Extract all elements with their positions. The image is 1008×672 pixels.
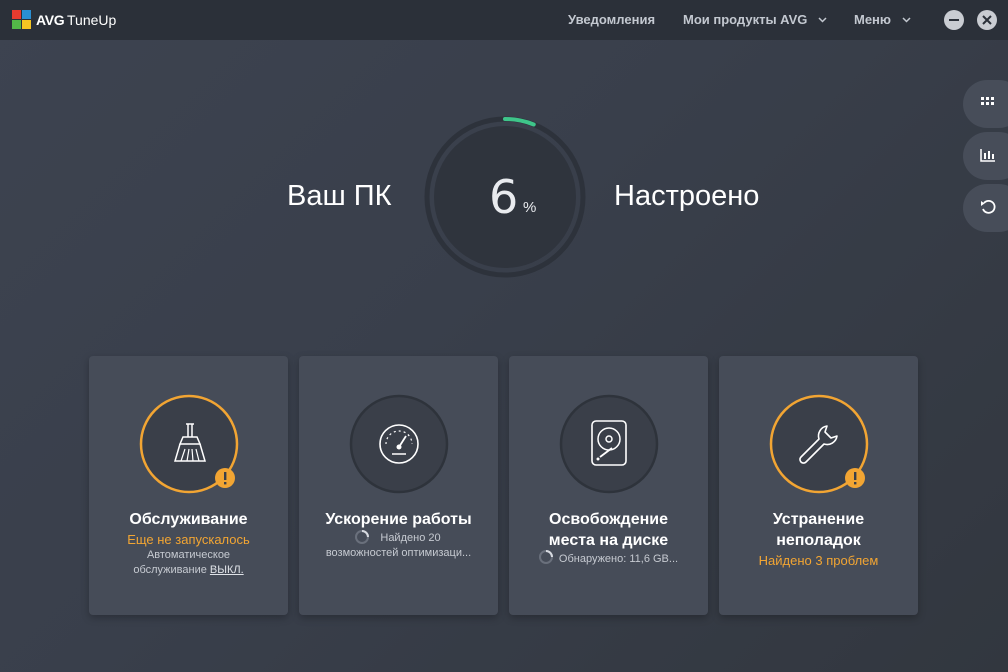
troubleshooting-title-line1: Устранение [772,511,865,528]
speed-up-title: Ускорение работы [325,511,472,528]
speed-up-detail-line1: Найдено 20 [380,532,441,544]
apps-grid-button[interactable] [963,80,1008,128]
chevron-down-icon [818,17,827,23]
progress-percent-value: 6 [489,170,519,224]
disk-cleanup-title-line2: места на диске [548,532,669,549]
brand-avg: AVG [36,12,65,28]
speed-up-card[interactable]: Ускорение работы Найдено 20 возможностей… [299,356,498,615]
progress-percent-sign: % [523,199,537,216]
avg-logo-icon [12,10,31,29]
grid-icon [981,97,994,105]
my-products-dropdown[interactable]: Мои продукты AVG [683,12,827,27]
maintenance-detail-line2: обслуживание ВЫКЛ. [89,563,288,578]
title-bar: AVG TuneUp Уведомления Мои продукты AVG … [0,0,1008,40]
troubleshooting-card[interactable]: Устранение неполадок Найдено 3 проблем [719,356,918,615]
undo-changes-button[interactable] [963,184,1008,232]
minimize-icon [949,19,959,21]
maintenance-status: Еще не запускалось [127,532,250,547]
warning-badge [215,468,235,488]
disk-cleanup-title-line1: Освобождение [549,511,668,528]
close-button[interactable] [977,10,997,30]
speed-up-detail-line2: возможностей оптимизаци... [325,547,472,559]
statistics-button[interactable] [963,132,1008,180]
speedometer-icon [379,424,419,464]
maintenance-card[interactable]: Обслуживание Еще не запускалось Автомати… [89,356,288,615]
brand-tuneup: TuneUp [67,12,117,28]
hard-drive-icon [591,420,627,466]
status-left-text: Ваш ПК [287,180,392,212]
status-right-text: Настроено [614,180,760,212]
disk-cleanup-card[interactable]: Освобождение места на диске Обнаружено: … [509,356,708,615]
undo-icon [981,199,996,214]
maintenance-detail-prefix: обслуживание [133,564,207,576]
troubleshooting-title-line2: неполадок [776,532,861,549]
notifications-label: Уведомления [568,12,656,27]
maintenance-detail-line1: Автоматическое [146,549,231,561]
minimize-button[interactable] [944,10,964,30]
my-products-label: Мои продукты AVG [683,12,808,27]
auto-maintenance-toggle-link[interactable]: ВЫКЛ. [210,564,244,576]
wrench-icon [799,425,838,464]
disk-cleanup-detail: Обнаружено: 11,6 GB... [558,553,679,565]
chart-icon [980,149,995,162]
menu-dropdown[interactable]: Меню [854,12,911,27]
chevron-down-icon [902,17,911,23]
progress-arc [503,117,536,127]
broom-icon [173,423,207,462]
menu-label: Меню [854,12,892,27]
exclamation-icon [854,472,857,485]
warning-badge [845,468,865,488]
maintenance-title: Обслуживание [129,511,248,528]
exclamation-icon [224,472,227,485]
troubleshooting-status: Найдено 3 проблем [758,553,879,568]
notifications-link[interactable]: Уведомления [568,12,655,27]
close-icon [982,15,992,25]
